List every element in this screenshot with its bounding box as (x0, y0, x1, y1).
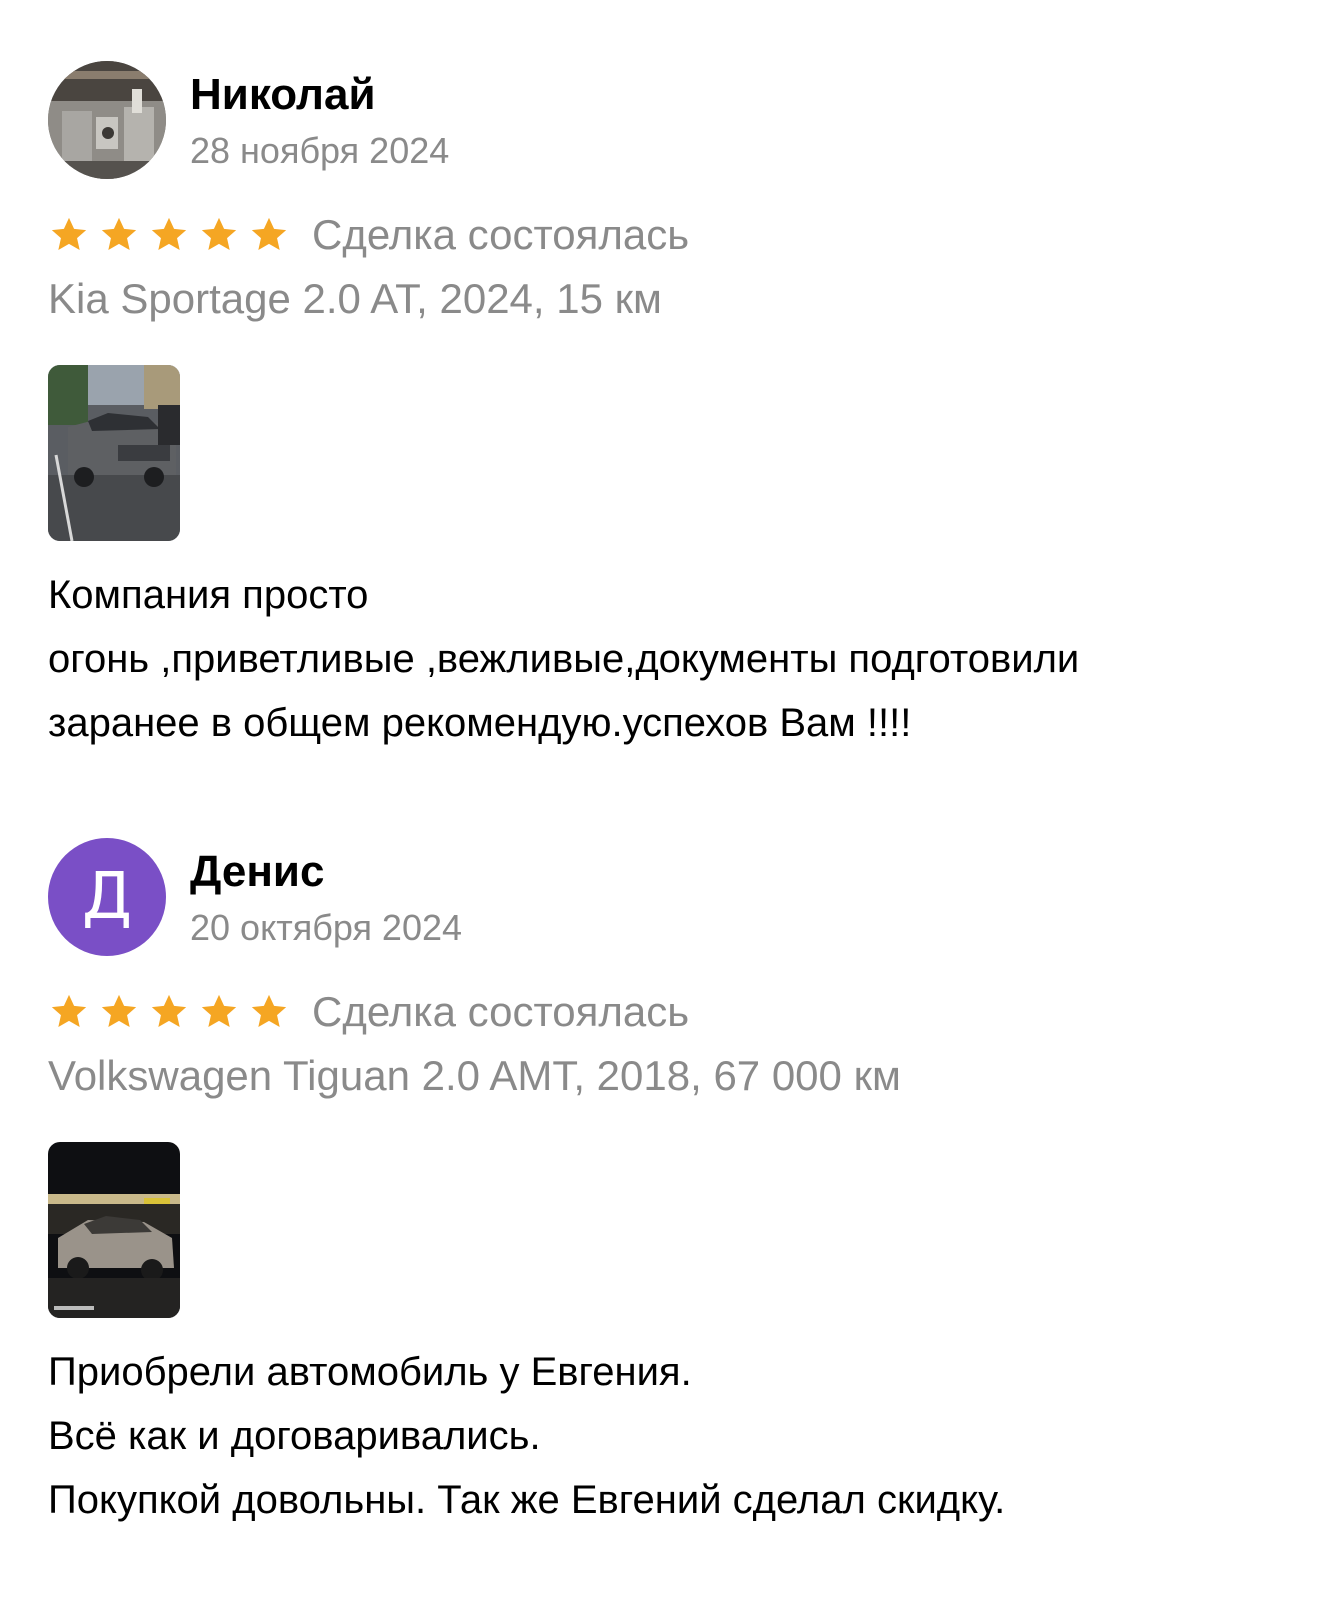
review-header: Д Денис 20 октября 2024 (48, 838, 1288, 958)
star-icon (48, 214, 90, 256)
star-rating (48, 214, 290, 256)
review-text-line: Приобрели автомобиль у Евгения. (48, 1350, 692, 1394)
star-icon (248, 991, 290, 1033)
review-card: Николай 28 ноября 2024 Сделка состоялась… (48, 61, 1288, 755)
review-header: Николай 28 ноября 2024 (48, 61, 1288, 181)
car-info: Volkswagen Tiguan 2.0 AMT, 2018, 67 000 … (48, 1052, 901, 1099)
review-photo[interactable] (48, 1142, 180, 1318)
review-text-line: огонь ,приветливые ,вежливые,документы п… (48, 637, 1080, 681)
author-name: Николай (190, 70, 376, 119)
review-date: 20 октября 2024 (190, 907, 463, 948)
star-icon (148, 214, 190, 256)
rating-row: Сделка состоялась (48, 982, 1288, 1042)
deal-status: Сделка состоялась (312, 988, 690, 1035)
avatar[interactable]: Д (48, 838, 166, 956)
review-text-line: заранее в общем рекомендую.успехов Вам !… (48, 701, 912, 745)
review-text: Компания просто огонь ,приветливые ,вежл… (48, 563, 1288, 755)
star-icon (148, 991, 190, 1033)
star-icon (248, 214, 290, 256)
review-text-line: Компания просто (48, 573, 369, 617)
review-text-line: Покупкой довольны. Так же Евгений сделал… (48, 1478, 1006, 1522)
star-icon (198, 214, 240, 256)
car-info: Kia Sportage 2.0 AT, 2024, 15 км (48, 275, 662, 322)
star-rating (48, 991, 290, 1033)
star-icon (98, 214, 140, 256)
star-icon (198, 991, 240, 1033)
star-icon (48, 991, 90, 1033)
star-icon (98, 991, 140, 1033)
review-text: Приобрели автомобиль у Евгения. Всё как … (48, 1340, 1288, 1532)
author-name: Денис (190, 847, 325, 896)
review-card: Д Денис 20 октября 2024 Сделка состоялас… (48, 838, 1288, 1532)
rating-row: Сделка состоялась (48, 205, 1288, 265)
review-date: 28 ноября 2024 (190, 130, 450, 171)
deal-status: Сделка состоялась (312, 211, 690, 258)
review-text-line: Всё как и договаривались. (48, 1414, 541, 1458)
avatar[interactable] (48, 61, 166, 179)
review-photo[interactable] (48, 365, 180, 541)
